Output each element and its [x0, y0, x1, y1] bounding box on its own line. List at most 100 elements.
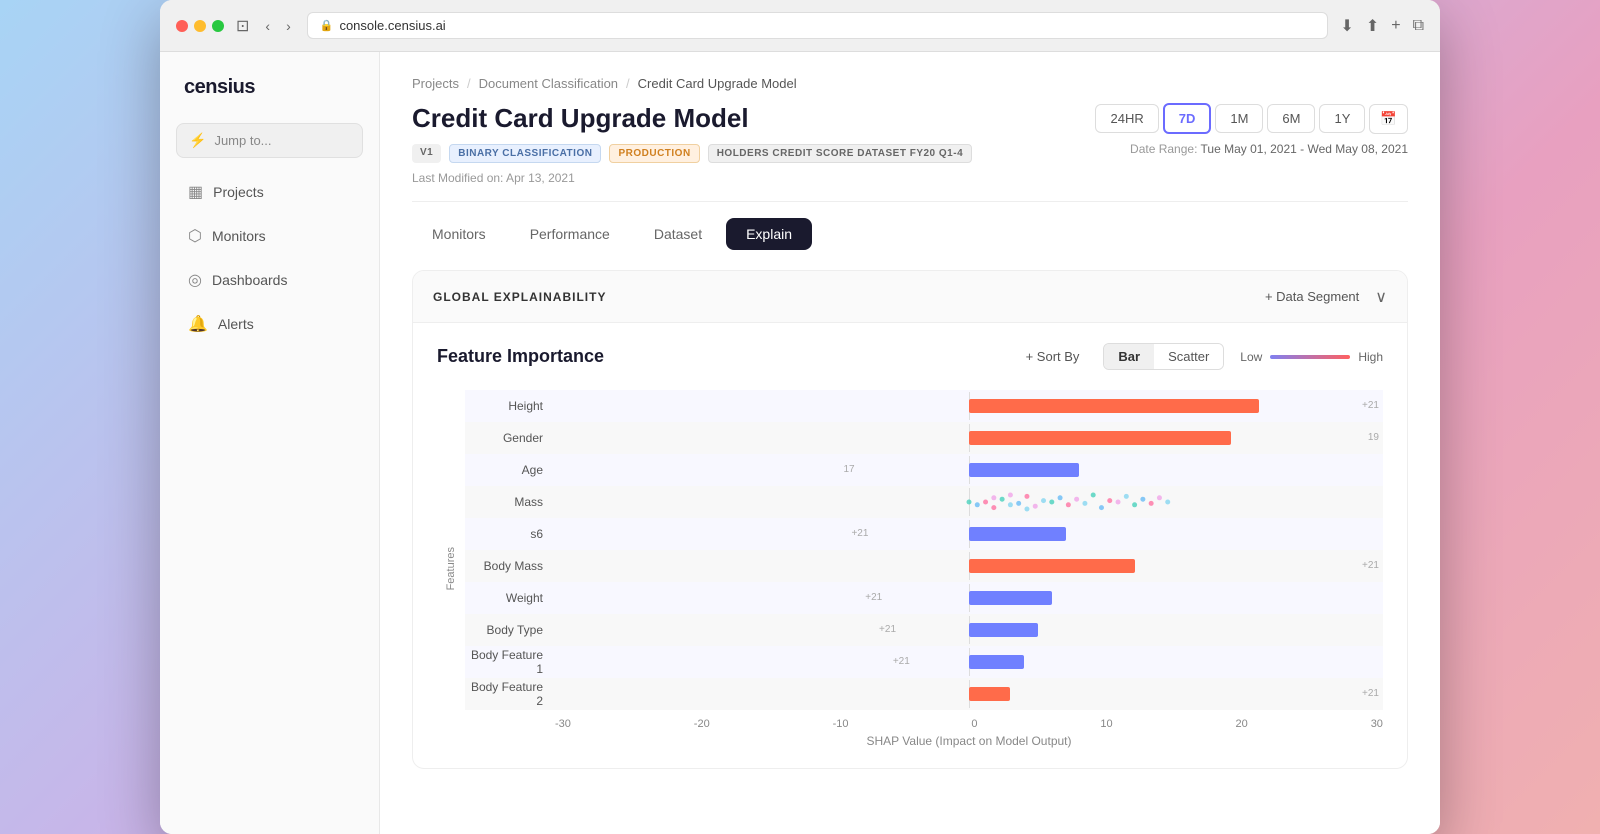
- breadcrumb-projects[interactable]: Projects: [412, 76, 459, 91]
- browser-actions: ⬇ ⬆ + ⧉: [1340, 16, 1424, 36]
- address-bar[interactable]: 🔒 console.censius.ai: [307, 12, 1329, 39]
- feature-importance-section: Feature Importance + Sort By Bar Scatter…: [413, 323, 1407, 768]
- projects-icon: ▦: [188, 182, 203, 202]
- tabs-button[interactable]: ⧉: [1413, 17, 1424, 35]
- feature-name: Mass: [465, 495, 555, 509]
- share-button[interactable]: ⬆: [1366, 16, 1379, 36]
- sidebar: censius ⚡ Jump to... ▦ Projects ⬡ Monito…: [160, 52, 380, 834]
- feature-row: Height+21: [465, 390, 1383, 422]
- collapse-button[interactable]: ∨: [1375, 287, 1387, 307]
- main-content: Projects / Document Classification / Cre…: [380, 52, 1440, 834]
- feature-name: Body Feature 2: [465, 680, 555, 708]
- tab-dataset[interactable]: Dataset: [634, 218, 722, 250]
- feature-bar: [969, 655, 1024, 669]
- bar-container: +21: [555, 648, 1383, 676]
- add-segment-button[interactable]: + Data Segment: [1257, 285, 1367, 308]
- feature-bar: [969, 559, 1135, 573]
- x-label-minus10: -10: [833, 718, 849, 730]
- logo: censius: [176, 76, 363, 99]
- fi-header: Feature Importance + Sort By Bar Scatter…: [437, 343, 1383, 370]
- date-range: Date Range: Tue May 01, 2021 - Wed May 0…: [1130, 142, 1408, 156]
- feature-row: Body Feature 2+21: [465, 678, 1383, 710]
- feature-name: Age: [465, 463, 555, 477]
- back-button[interactable]: ‹: [261, 16, 274, 36]
- breadcrumb-doc-class[interactable]: Document Classification: [479, 76, 618, 91]
- page-header: Credit Card Upgrade Model V1 BINARY CLAS…: [412, 103, 1408, 185]
- feature-bar: [969, 687, 1010, 701]
- alerts-icon: 🔔: [188, 314, 208, 334]
- chart-content: Height+21Gender19Age17Masss6+21Body Mass…: [465, 390, 1383, 748]
- tag-dataset: HOLDERS CREDIT SCORE DATASET FY20 Q1-4: [708, 144, 972, 163]
- x-axis: -30 -20 -10 0 10 20 30: [465, 718, 1383, 730]
- feature-row: Weight+21: [465, 582, 1383, 614]
- feature-row: s6+21: [465, 518, 1383, 550]
- bar-label-left: 17: [843, 464, 854, 475]
- feature-row: Body Mass+21: [465, 550, 1383, 582]
- feature-bar: [969, 431, 1231, 445]
- color-scale: Low High: [1240, 350, 1383, 364]
- tab-monitors[interactable]: Monitors: [412, 218, 506, 250]
- sidebar-item-dashboards[interactable]: ◎ Dashboards: [176, 262, 363, 298]
- chart-type-scatter[interactable]: Scatter: [1154, 344, 1223, 369]
- dashboards-icon: ◎: [188, 270, 202, 290]
- page-header-left: Credit Card Upgrade Model V1 BINARY CLAS…: [412, 103, 972, 185]
- time-btn-7d[interactable]: 7D: [1163, 103, 1212, 134]
- feature-rows: Height+21Gender19Age17Masss6+21Body Mass…: [465, 390, 1383, 710]
- x-label-10: 10: [1100, 718, 1112, 730]
- header-divider: [412, 201, 1408, 202]
- x-label-20: 20: [1236, 718, 1248, 730]
- tag-binary: BINARY CLASSIFICATION: [449, 144, 601, 163]
- x-label-minus20: -20: [694, 718, 710, 730]
- traffic-lights: [176, 20, 224, 32]
- new-tab-button[interactable]: +: [1391, 17, 1400, 35]
- sidebar-item-alerts[interactable]: 🔔 Alerts: [176, 306, 363, 342]
- explainability-header-right: + Data Segment ∨: [1257, 285, 1387, 308]
- bar-container: +21: [555, 584, 1383, 612]
- chart-type-buttons: Bar Scatter: [1103, 343, 1224, 370]
- sort-button[interactable]: + Sort By: [1018, 345, 1088, 368]
- scatter-svg: [555, 488, 1383, 516]
- time-btn-6m[interactable]: 6M: [1267, 104, 1315, 133]
- time-btn-1m[interactable]: 1M: [1215, 104, 1263, 133]
- sidebar-item-monitors[interactable]: ⬡ Monitors: [176, 218, 363, 254]
- time-btn-1y[interactable]: 1Y: [1319, 104, 1365, 133]
- forward-button[interactable]: ›: [282, 16, 295, 36]
- bar-container: [555, 488, 1383, 516]
- lightning-icon: ⚡: [189, 132, 206, 149]
- download-button[interactable]: ⬇: [1340, 16, 1353, 36]
- fullscreen-button[interactable]: [212, 20, 224, 32]
- feature-row: Gender19: [465, 422, 1383, 454]
- sidebar-item-label: Dashboards: [212, 272, 288, 288]
- feature-name: Body Mass: [465, 559, 555, 573]
- feature-name: Weight: [465, 591, 555, 605]
- minimize-button[interactable]: [194, 20, 206, 32]
- bar-label-right: +21: [1362, 400, 1379, 411]
- url-text: console.censius.ai: [339, 18, 445, 33]
- explainability-header: GLOBAL EXPLAINABILITY + Data Segment ∨: [413, 271, 1407, 323]
- sidebar-item-label: Monitors: [212, 228, 266, 244]
- jump-to-button[interactable]: ⚡ Jump to...: [176, 123, 363, 158]
- chart-type-bar[interactable]: Bar: [1104, 344, 1154, 369]
- calendar-button[interactable]: 📅: [1369, 104, 1408, 134]
- fi-controls: + Sort By Bar Scatter Low High: [1018, 343, 1383, 370]
- feature-bar: [969, 399, 1259, 413]
- time-buttons: 24HR 7D 1M 6M 1Y 📅: [1095, 103, 1408, 134]
- feature-bar: [969, 623, 1038, 637]
- chart-area: Features Height+21Gender19Age17Masss6+21…: [437, 390, 1383, 748]
- close-button[interactable]: [176, 20, 188, 32]
- feature-row: Body Feature 1+21: [465, 646, 1383, 678]
- tab-performance[interactable]: Performance: [510, 218, 630, 250]
- feature-row: Age 17: [465, 454, 1383, 486]
- color-scale-low: Low: [1240, 350, 1262, 364]
- fi-title: Feature Importance: [437, 346, 604, 367]
- color-scale-bar: [1270, 355, 1350, 359]
- time-btn-24hr[interactable]: 24HR: [1095, 104, 1158, 133]
- sidebar-item-projects[interactable]: ▦ Projects: [176, 174, 363, 210]
- browser-nav: ‹ ›: [261, 16, 294, 36]
- sidebar-toggle-button[interactable]: ⊡: [236, 16, 249, 36]
- date-range-label: Date Range:: [1130, 142, 1197, 156]
- tab-explain[interactable]: Explain: [726, 218, 812, 250]
- bar-container: 19: [555, 424, 1383, 452]
- date-range-value: Tue May 01, 2021 - Wed May 08, 2021: [1201, 142, 1408, 156]
- tag-v1: V1: [412, 144, 441, 163]
